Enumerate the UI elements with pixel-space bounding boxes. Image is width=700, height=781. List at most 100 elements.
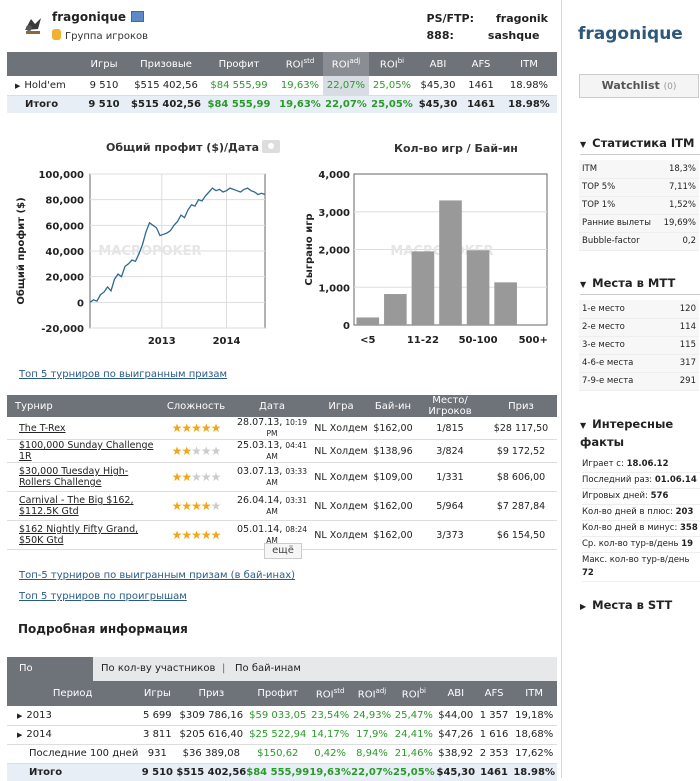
stat-label: 2-е место bbox=[579, 318, 668, 337]
star-icon: ★ bbox=[181, 470, 192, 484]
game-cell: NL Холдем bbox=[311, 439, 371, 463]
table-cell: 25,05% bbox=[392, 763, 435, 781]
y-tick-label: 3,000 bbox=[318, 208, 350, 219]
table-row[interactable]: ▶ Hold'em 9 510 $515 402,56 $84 555,99 19… bbox=[7, 76, 557, 96]
table-header: Турнир Сложность Дата Игра Бай-ин Место/… bbox=[7, 395, 557, 417]
buyin-cell: $138,96 bbox=[371, 439, 415, 463]
main-content: fragonique Группа игроков PS/FTP: fragoni… bbox=[0, 0, 562, 781]
difficulty-stars-icon: ★★★★★ bbox=[172, 499, 222, 513]
table-cell: 9 510 bbox=[138, 763, 177, 781]
expand-arrow-icon[interactable]: ▶ bbox=[15, 82, 20, 90]
top5-buyins-link[interactable]: Топ-5 турниров по выигранным призам (в б… bbox=[19, 570, 295, 581]
stat-row: 3-е место 115 bbox=[579, 336, 699, 355]
tournament-name-cell: $100,000 Sunday Challenge 1R bbox=[7, 439, 159, 463]
table-row[interactable]: ▶ 2014 3 811 $205 616,40 $25 522,94 14,17% 17,… bbox=[7, 725, 557, 745]
table-total-row: Итого 9 510 $515 402,56 $84 555,99 19,63… bbox=[7, 95, 557, 113]
table-cell: 3 811 bbox=[138, 725, 177, 745]
star-icon: ★ bbox=[191, 528, 202, 542]
table-cell: 25,47% bbox=[392, 706, 435, 726]
tab-by-month[interactable]: По месяцам bbox=[7, 657, 93, 698]
buyin-cell: $162,00 bbox=[371, 417, 415, 440]
watchlist-button[interactable]: Watchlist (0) bbox=[579, 74, 699, 98]
tab-by-buyins[interactable]: По бай-инам bbox=[235, 657, 301, 681]
prize-cell: $9 172,52 bbox=[485, 439, 557, 463]
histogram-bar bbox=[411, 251, 435, 325]
difficulty-stars-icon: ★★★★★ bbox=[172, 421, 222, 435]
table-row[interactable]: The T-Rex ★★★★★ 28.07.13, 10:19 PM NL Холде… bbox=[7, 417, 557, 440]
tournament-link[interactable]: $100,000 Sunday Challenge 1R bbox=[19, 440, 153, 462]
x-tick-label: 2013 bbox=[148, 336, 176, 347]
x-tick-label: 500+ bbox=[519, 335, 548, 346]
top5-lost-link[interactable]: Топ 5 турниров по проигрышам bbox=[19, 591, 187, 602]
more-button[interactable]: ещё bbox=[264, 543, 302, 559]
star-icon: ★ bbox=[200, 528, 212, 542]
table-row[interactable]: $30,000 Tuesday High-Rollers Challenge ★★… bbox=[7, 462, 557, 492]
fact-item: Макс. кол-во тур-в/день 72 bbox=[582, 553, 700, 582]
tab-by-participants[interactable]: По кол-ву участников bbox=[101, 657, 215, 681]
star-icon: ★ bbox=[200, 499, 212, 513]
table-cell: $47,26 bbox=[434, 725, 477, 745]
facts-section-header[interactable]: ▼ Интересные факты bbox=[580, 416, 700, 450]
star-icon: ★ bbox=[191, 499, 202, 513]
mtt-section-header[interactable]: ▼ Места в MTT bbox=[580, 276, 700, 295]
period-cell: ▶ 2013 bbox=[7, 706, 139, 726]
game-cell: NL Холдем bbox=[311, 520, 371, 550]
place-cell: 5/964 bbox=[415, 491, 485, 521]
stat-row: ITM 18,3% bbox=[579, 160, 699, 179]
details-tabs: По месяцам По кол-ву участников | По бай… bbox=[7, 657, 557, 698]
expand-arrow-icon[interactable]: ▶ bbox=[17, 731, 22, 739]
tournament-link[interactable]: $162 Nightly Fifty Grand, $50K Gtd bbox=[19, 524, 138, 546]
stat-value: 0,2 bbox=[659, 232, 699, 251]
tournament-link[interactable]: $30,000 Tuesday High-Rollers Challenge bbox=[19, 466, 128, 488]
table-cell: 2 353 bbox=[476, 744, 512, 764]
difficulty-stars-icon: ★★★★★ bbox=[172, 470, 222, 484]
table-cell: 1 616 bbox=[476, 725, 512, 745]
expand-arrow-icon[interactable]: ▶ bbox=[17, 712, 22, 720]
tournament-name-cell: The T-Rex bbox=[7, 417, 159, 440]
table-row[interactable]: Carnival - The Big $162, $112.5K Gtd ★★★★… bbox=[7, 491, 557, 521]
y-tick-label: 40,000 bbox=[45, 247, 84, 258]
table-cell: 22,07% bbox=[351, 763, 393, 781]
details-table: Период Игры Приз Профит ROIstd ROIadj RO… bbox=[7, 681, 557, 781]
chevron-down-icon: ▼ bbox=[580, 140, 587, 149]
y-tick-label: -20,000 bbox=[41, 324, 84, 335]
y-axis-label: Сыграно игр bbox=[304, 213, 315, 285]
details-title: Подробная информация bbox=[18, 622, 188, 636]
x-tick-label: 11-22 bbox=[407, 335, 439, 346]
table-cell: $150,62 bbox=[246, 744, 310, 764]
chevron-down-icon: ▼ bbox=[580, 421, 587, 430]
profit-chart-title: Общий профит ($)/Дата bbox=[106, 140, 281, 154]
camera-icon[interactable] bbox=[262, 140, 281, 153]
table-cell: 8,94% bbox=[351, 744, 393, 764]
stat-label: 3-е место bbox=[579, 336, 668, 355]
stat-row: 1-е место 120 bbox=[579, 300, 699, 319]
tournament-link[interactable]: The T-Rex bbox=[19, 423, 66, 434]
sidebar: fragonique Watchlist (0) ▼ Статистика ITM… bbox=[567, 0, 700, 778]
star-icon: ★ bbox=[200, 470, 212, 484]
date-cell: 03.07.13, 03:33 AM bbox=[233, 462, 311, 492]
histogram-bar bbox=[384, 294, 407, 325]
top5-won-link[interactable]: Топ 5 турниров по выигранным призам bbox=[19, 369, 227, 380]
tournament-link[interactable]: Carnival - The Big $162, $112.5K Gtd bbox=[19, 495, 134, 517]
details-body: ▶ 2013 5 699 $309 786,16 $59 033,05 23,54% 24,… bbox=[7, 706, 557, 781]
x-tick-label: 2014 bbox=[213, 336, 241, 347]
table-cell: $515 402,56 bbox=[176, 763, 247, 781]
y-tick-label: 2,000 bbox=[318, 246, 350, 257]
histogram-title: Кол-во игр / Бай-ин bbox=[394, 142, 518, 155]
stat-row: 2-е место 114 bbox=[579, 318, 699, 337]
stat-label: 4-6-е места bbox=[579, 354, 668, 373]
table-cell: 17,62% bbox=[511, 744, 557, 764]
stt-section-header[interactable]: ▶ Места в STT bbox=[580, 598, 672, 612]
star-icon: ★ bbox=[181, 499, 192, 513]
table-cell: $36 389,08 bbox=[176, 744, 247, 764]
table-cell: $84 555,99 bbox=[246, 763, 310, 781]
itm-section-header[interactable]: ▼ Статистика ITM bbox=[580, 136, 700, 155]
table-cell: 5 699 bbox=[138, 706, 177, 726]
difficulty-cell: ★★★★★ bbox=[159, 491, 233, 521]
y-tick-label: 20,000 bbox=[45, 273, 84, 284]
y-axis-label: Общий профит ($) bbox=[15, 197, 27, 304]
star-icon: ★ bbox=[191, 470, 202, 484]
table-row[interactable]: ▶ 2013 5 699 $309 786,16 $59 033,05 23,54% 24,… bbox=[7, 706, 557, 726]
table-cell: 1461 bbox=[476, 763, 512, 781]
table-row[interactable]: $100,000 Sunday Challenge 1R ★★★★★ 25.03.1… bbox=[7, 439, 557, 463]
